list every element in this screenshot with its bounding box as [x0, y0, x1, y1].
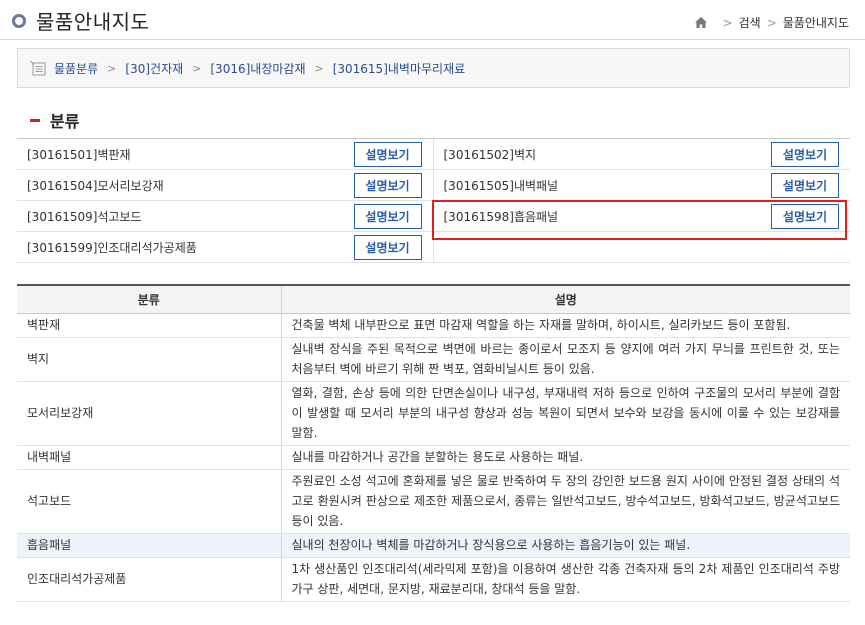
chevron-right-icon: >	[766, 15, 777, 30]
path-item-level2[interactable]: [3016]내장마감재	[210, 60, 305, 77]
path-item-root[interactable]: 물품분류	[54, 60, 98, 77]
category-cell: [30161505]내벽패널 설명보기	[434, 170, 851, 200]
path-item-level1[interactable]: [30]건자재	[125, 60, 183, 77]
circle-bullet-icon	[12, 13, 26, 28]
category-label: [30161509]석고보드	[27, 209, 142, 224]
row-category-name: 벽판재	[17, 313, 282, 338]
home-icon[interactable]	[694, 17, 707, 28]
page-header: 물품안내지도 > 검색 > 물품안내지도	[0, 0, 865, 40]
section-heading: 분류	[30, 108, 79, 132]
row-category-name: 모서리보강재	[17, 381, 282, 446]
chevron-right-icon: >	[192, 61, 202, 75]
column-header-description: 설명	[281, 284, 850, 314]
category-label: [30161504]모서리보강재	[27, 178, 164, 193]
table-row-selected: 흡음패널 실내의 천장이나 벽체를 마감하거나 장식용으로 사용하는 흡음기능이…	[17, 533, 850, 558]
category-row: [30161599]인조대리석가공제품 설명보기	[17, 232, 850, 263]
category-label: [30161501]벽판재	[27, 147, 131, 162]
breadcrumb-item-search[interactable]: 검색	[739, 14, 761, 31]
view-description-button[interactable]: 설명보기	[353, 235, 422, 260]
chevron-right-icon: >	[314, 61, 324, 75]
row-category-name: 벽지	[17, 337, 282, 382]
row-description: 실내벽 장식을 주된 목적으로 벽면에 바르는 종이로서 모조지 등 양지에 여…	[281, 337, 850, 382]
category-row: [30161504]모서리보강재 설명보기 [30161505]내벽패널 설명보…	[17, 170, 850, 201]
table-row: 석고보드 주원료인 소성 석고에 혼화제를 넣은 물로 반죽하여 두 장의 강인…	[17, 469, 850, 534]
category-path: 물품분류 > [30]건자재 > [3016]내장마감재 > [301615]내…	[17, 48, 850, 88]
row-description: 실내를 마감하거나 공간을 분할하는 용도로 사용하는 패널.	[281, 445, 850, 470]
title-wrap: 물품안내지도	[12, 6, 149, 35]
view-description-button[interactable]: 설명보기	[353, 173, 422, 198]
view-description-button[interactable]: 설명보기	[771, 142, 839, 167]
chevron-right-icon: >	[722, 15, 733, 30]
row-description: 주원료인 소성 석고에 혼화제를 넣은 물로 반죽하여 두 장의 강인한 보드용…	[281, 469, 850, 534]
category-label: [30161502]벽지	[443, 147, 537, 162]
category-cell: [30161502]벽지 설명보기	[434, 139, 851, 169]
view-description-button[interactable]: 설명보기	[771, 204, 839, 229]
category-cell-empty	[434, 232, 851, 262]
breadcrumb: > 검색 > 물품안내지도	[694, 14, 849, 31]
row-category-name: 인조대리석가공제품	[17, 557, 282, 602]
row-description: 실내의 천장이나 벽체를 마감하거나 장식용으로 사용하는 흡음기능이 있는 패…	[281, 533, 850, 558]
table-header-row: 분류 설명	[17, 284, 850, 314]
category-row: [30161509]석고보드 설명보기 [30161598]흡음패널 설명보기	[17, 201, 850, 232]
category-label: [30161599]인조대리석가공제품	[27, 240, 197, 255]
category-label: [30161505]내벽패널	[443, 178, 559, 193]
table-row: 벽지 실내벽 장식을 주된 목적으로 벽면에 바르는 종이로서 모조지 등 양지…	[17, 337, 850, 382]
table-row: 인조대리석가공제품 1차 생산품인 인조대리석(세라믹제 포함)을 이용하여 생…	[17, 557, 850, 602]
category-cell: [30161599]인조대리석가공제품 설명보기	[17, 232, 434, 262]
row-category-name: 내벽패널	[17, 445, 282, 470]
chevron-right-icon: >	[107, 61, 117, 75]
table-row: 벽판재 건축물 벽체 내부판으로 표면 마감재 역할을 하는 자재를 말하며, …	[17, 313, 850, 338]
view-description-button[interactable]: 설명보기	[353, 142, 422, 167]
list-icon	[30, 60, 46, 76]
minus-icon	[30, 118, 40, 122]
row-description: 건축물 벽체 내부판으로 표면 마감재 역할을 하는 자재를 말하며, 하이시트…	[281, 313, 850, 338]
table-row: 내벽패널 실내를 마감하거나 공간을 분할하는 용도로 사용하는 패널.	[17, 445, 850, 470]
path-item-level3[interactable]: [301615]내벽마무리재료	[333, 60, 465, 77]
row-description: 1차 생산품인 인조대리석(세라믹제 포함)을 이용하여 생산한 각종 건축자재…	[281, 557, 850, 602]
page-title: 물품안내지도	[36, 10, 150, 34]
category-cell: [30161501]벽판재 설명보기	[17, 139, 434, 169]
category-cell: [30161504]모서리보강재 설명보기	[17, 170, 434, 200]
column-header-category: 분류	[17, 284, 282, 314]
category-grid: [30161501]벽판재 설명보기 [30161502]벽지 설명보기 [30…	[17, 138, 850, 263]
row-category-name: 석고보드	[17, 469, 282, 534]
view-description-button[interactable]: 설명보기	[353, 204, 422, 229]
section-title: 분류	[50, 112, 80, 131]
view-description-button[interactable]: 설명보기	[771, 173, 839, 198]
row-category-name: 흡음패널	[17, 533, 282, 558]
description-table: 분류 설명 벽판재 건축물 벽체 내부판으로 표면 마감재 역할을 하는 자재를…	[17, 284, 850, 602]
row-description: 열화, 결함, 손상 등에 의한 단면손실이나 내구성, 부재내력 저하 등으로…	[281, 381, 850, 446]
category-cell: [30161598]흡음패널 설명보기	[434, 201, 851, 231]
table-row: 모서리보강재 열화, 결함, 손상 등에 의한 단면손실이나 내구성, 부재내력…	[17, 381, 850, 446]
category-row: [30161501]벽판재 설명보기 [30161502]벽지 설명보기	[17, 139, 850, 170]
breadcrumb-item-current: 물품안내지도	[782, 16, 849, 30]
category-label: [30161598]흡음패널	[443, 209, 559, 224]
category-cell: [30161509]석고보드 설명보기	[17, 201, 434, 231]
